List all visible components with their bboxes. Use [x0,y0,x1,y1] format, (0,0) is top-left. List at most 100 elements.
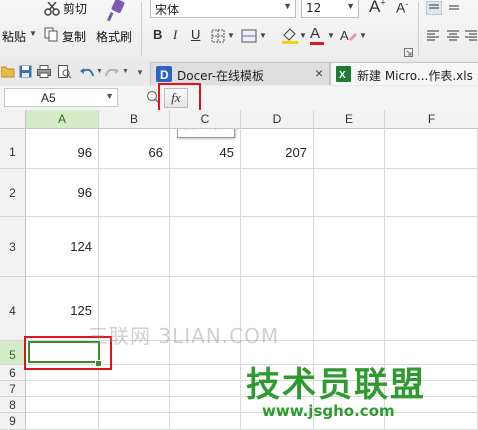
cell-c9[interactable] [170,413,241,430]
undo-icon[interactable] [80,65,94,80]
cell-c7[interactable] [170,381,241,397]
align-left-icon[interactable] [426,29,440,44]
cell-a2[interactable]: 96 [26,169,99,217]
tab-workbook[interactable]: X 新建 Micro...作表.xls [330,62,478,85]
underline-button[interactable]: U [191,27,200,42]
cell-f4[interactable] [385,277,478,341]
cell-d1[interactable]: 207 [241,129,314,169]
cell-c8[interactable] [170,397,241,413]
select-all-corner[interactable] [0,110,26,129]
merge-icon[interactable] [241,29,257,46]
row-header-5[interactable]: 5 [0,341,26,365]
row-header-4[interactable]: 4 [0,277,26,341]
clear-format-icon[interactable]: A [340,27,358,46]
excel-file-icon: X [336,66,351,85]
row-header-8[interactable]: 8 [0,397,26,413]
paste-button[interactable]: 粘贴 [2,28,26,45]
row-header-8-label: 8 [9,398,16,412]
row-header-3[interactable]: 3 [0,217,26,277]
font-dialog-launcher-icon[interactable] [404,46,413,60]
column-header-c[interactable]: C [170,110,241,129]
cell-e2[interactable] [314,169,385,217]
customize-dropdown-icon[interactable]: ▼ [136,68,144,77]
align-middle-icon[interactable] [446,1,462,18]
borders-icon[interactable] [211,29,225,46]
cell-f2[interactable] [385,169,478,217]
cell-f9[interactable] [385,413,478,430]
row-header-7[interactable]: 7 [0,381,26,397]
italic-button[interactable]: I [173,27,177,43]
cell-a1[interactable]: 96 [26,129,99,169]
font-color-button[interactable]: A [310,25,324,45]
cell-b2[interactable] [99,169,170,217]
formula-bar: A5 ▼ fx [0,86,478,111]
cell-a8[interactable] [26,397,99,413]
cell-a9[interactable] [26,413,99,430]
cell-c6[interactable] [170,365,241,381]
shrink-font-button[interactable]: A- [396,0,408,16]
fill-color-icon[interactable] [281,27,299,48]
open-folder-icon[interactable] [0,65,15,81]
cell-f1[interactable] [385,129,478,169]
font-size-dropdown[interactable]: 12 ▼ [301,0,359,18]
svg-text:X: X [339,70,346,81]
row-header-6[interactable]: 6 [0,365,26,381]
undo-dropdown-icon[interactable]: ▼ [96,68,103,75]
tab-docer[interactable]: D Docer-在线模板 × [150,62,330,85]
row-header-1[interactable]: 1 [0,129,26,169]
cell-d2[interactable] [241,169,314,217]
column-header-b[interactable]: B [99,110,170,129]
cell-b9[interactable] [99,413,170,430]
cell-c2[interactable] [170,169,241,217]
format-painter-button[interactable]: 格式刷 [96,28,132,45]
align-top-icon[interactable] [425,0,443,18]
tab-close-icon[interactable]: × [315,65,323,81]
cell-f3[interactable] [385,217,478,277]
cell-c1[interactable]: 45 [170,129,241,169]
chevron-down-icon: ▼ [105,91,114,101]
align-center-icon[interactable] [446,29,460,44]
cell-b7[interactable] [99,381,170,397]
cell-e4[interactable] [314,277,385,341]
shrink-font-label: A [396,0,406,16]
row-header-2[interactable]: 2 [0,169,26,217]
fill-color-dropdown-icon[interactable]: ▼ [299,31,307,40]
cell-c3[interactable] [170,217,241,277]
cell-b1[interactable]: 66 [99,129,170,169]
column-header-f[interactable]: F [385,110,478,129]
column-header-e[interactable]: E [314,110,385,129]
copy-icon[interactable] [44,27,58,45]
clear-format-dropdown-icon[interactable]: ▼ [359,31,367,40]
column-header-a[interactable]: A [26,110,99,129]
cell-e1[interactable] [314,129,385,169]
format-painter-icon[interactable] [104,0,126,25]
ribbon: 剪切 粘贴 ▼ 复制 格式刷 宋体 ▼ 12 ▼ A+ A- B I U ▼ ▼… [0,0,478,61]
borders-dropdown-icon[interactable]: ▼ [227,31,235,40]
cell-a7[interactable] [26,381,99,397]
redo-dropdown-icon[interactable]: ▼ [122,68,129,75]
font-color-dropdown-icon[interactable]: ▼ [327,31,335,40]
merge-dropdown-icon[interactable]: ▼ [259,31,267,40]
redo-icon[interactable] [105,65,119,80]
save-icon[interactable] [19,65,32,81]
grow-font-button[interactable]: A+ [369,0,386,17]
print-preview-icon[interactable] [58,65,72,82]
font-name-dropdown[interactable]: 宋体 ▼ [150,0,296,18]
cell-b3[interactable] [99,217,170,277]
scissors-icon[interactable] [44,1,60,19]
cell-e3[interactable] [314,217,385,277]
copy-button[interactable]: 复制 [62,28,86,45]
row-header-7-label: 7 [9,382,16,396]
cell-a3[interactable]: 124 [26,217,99,277]
bold-button[interactable]: B [153,27,162,42]
align-right-icon[interactable] [464,29,478,44]
cell-b8[interactable] [99,397,170,413]
cut-button[interactable]: 剪切 [63,0,87,17]
print-icon[interactable] [37,65,51,81]
row-header-9[interactable]: 9 [0,413,26,430]
cell-d3[interactable] [241,217,314,277]
name-box[interactable]: A5 ▼ [4,88,118,107]
paste-dropdown-icon[interactable]: ▼ [29,29,37,38]
column-header-d[interactable]: D [241,110,314,129]
row-header-5-label: 5 [9,348,16,362]
